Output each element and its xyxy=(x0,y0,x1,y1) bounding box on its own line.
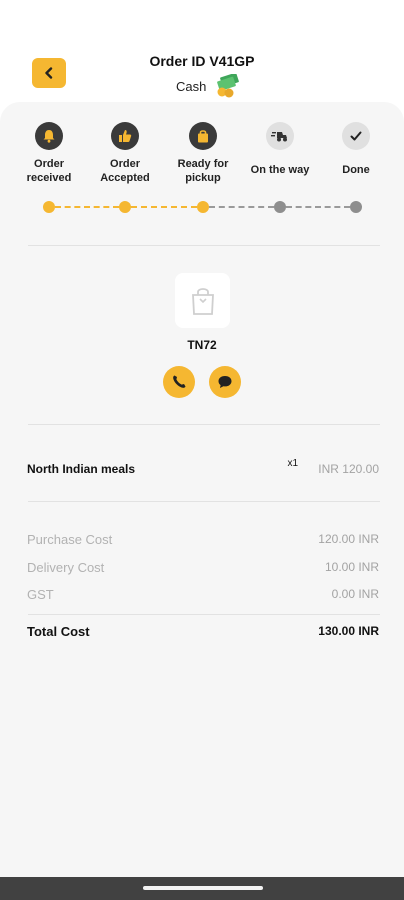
step-done: Done xyxy=(318,122,394,177)
delivery-scooter-icon xyxy=(271,132,287,142)
progress-dot xyxy=(43,201,55,213)
progress-segment xyxy=(209,206,274,208)
step-order-received: Order received xyxy=(11,122,87,185)
step-label: Ready for pickup xyxy=(177,158,229,184)
cost-value: 10.00 INR xyxy=(324,560,379,574)
step-label: On the way xyxy=(250,164,310,176)
restaurant-name: TN72 xyxy=(187,338,217,352)
delivery-cost-row: Delivery Cost 10.00 INR xyxy=(27,560,379,578)
phone-icon xyxy=(173,375,186,388)
restaurant-image xyxy=(175,273,230,328)
thumbs-up-icon xyxy=(119,130,132,142)
purchase-cost-row: Purchase Cost 120.00 INR xyxy=(27,532,379,550)
item-price: INR 120.00 xyxy=(318,462,379,476)
header: Order ID V41GP Cash xyxy=(0,0,404,104)
order-details-sheet: Order received Order Accepted Ready for … xyxy=(0,102,404,878)
progress-track xyxy=(0,201,404,213)
shopping-bag-icon xyxy=(198,130,208,143)
call-button[interactable] xyxy=(163,366,195,398)
progress-segment xyxy=(131,206,197,208)
cost-label: GST xyxy=(27,587,54,602)
cost-value: 120.00 INR xyxy=(318,532,379,546)
chat-bubble-icon xyxy=(218,376,232,388)
divider xyxy=(28,424,380,425)
divider xyxy=(28,614,380,615)
payment-method-label: Cash xyxy=(176,78,207,94)
progress-dot xyxy=(119,201,131,213)
progress-segment xyxy=(286,206,350,208)
progress-dot xyxy=(274,201,286,213)
checkmark-icon xyxy=(350,131,362,141)
step-label: Order Accepted xyxy=(100,158,150,184)
order-id-title: Order ID V41GP xyxy=(149,53,255,69)
total-cost-row: Total Cost 130.00 INR xyxy=(27,624,379,642)
step-ready-for-pickup: Ready for pickup xyxy=(165,122,241,185)
cash-icon xyxy=(217,74,240,98)
gst-row: GST 0.00 INR xyxy=(27,587,379,605)
order-item: North Indian meals x1 INR 120.00 xyxy=(27,458,379,478)
item-quantity: x1 xyxy=(287,458,298,469)
order-status-tracker: Order received Order Accepted Ready for … xyxy=(0,122,404,222)
step-label: Done xyxy=(342,164,370,176)
step-order-accepted: Order Accepted xyxy=(87,122,163,185)
system-navigation-bar xyxy=(0,877,404,900)
cost-value: 0.00 INR xyxy=(331,587,379,601)
step-on-the-way: On the way xyxy=(242,122,318,177)
total-value: 130.00 INR xyxy=(318,624,379,638)
cost-label: Purchase Cost xyxy=(27,532,113,547)
shopping-bag-placeholder-icon xyxy=(191,287,214,315)
step-label: Order received xyxy=(26,158,72,184)
bell-icon xyxy=(43,130,55,143)
divider xyxy=(28,501,380,502)
divider xyxy=(28,245,380,246)
payment-method: Cash xyxy=(176,74,242,98)
progress-segment xyxy=(55,206,119,208)
progress-dot xyxy=(197,201,209,213)
chat-button[interactable] xyxy=(209,366,241,398)
cost-label: Delivery Cost xyxy=(27,560,105,575)
progress-dot xyxy=(350,201,362,213)
home-indicator[interactable] xyxy=(143,886,263,890)
total-label: Total Cost xyxy=(27,624,90,639)
item-name: North Indian meals xyxy=(27,462,136,476)
